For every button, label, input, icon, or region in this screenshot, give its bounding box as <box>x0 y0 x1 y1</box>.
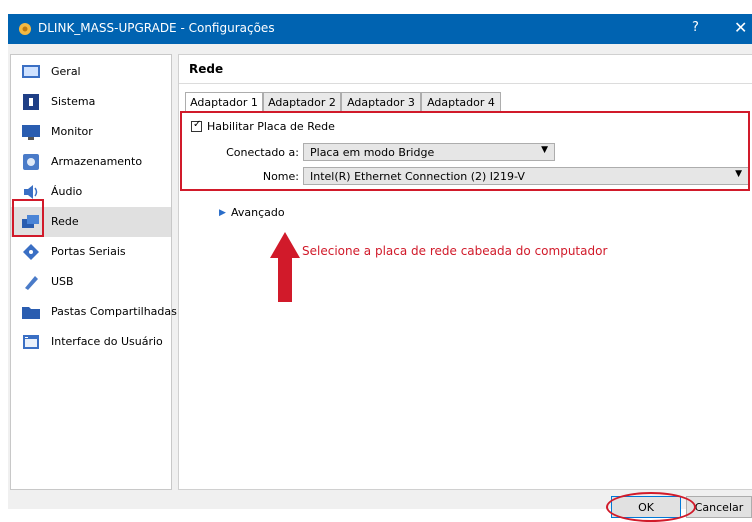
ok-highlight-ring <box>606 492 696 522</box>
title-divider <box>179 83 752 84</box>
settings-sidebar: Geral Sistema Monitor Armazenamento Áudi… <box>10 54 177 490</box>
window-title: DLINK_MASS-UPGRADE - Configurações <box>38 21 275 35</box>
virtualbox-gear-icon <box>19 23 31 35</box>
up-arrow-annotation <box>270 232 300 302</box>
settings-highlight-box <box>180 111 750 191</box>
tab-adaptador-1[interactable]: Adaptador 1 <box>185 92 263 113</box>
sidebar-item-label: Geral <box>51 65 81 78</box>
system-icon <box>23 94 39 110</box>
sidebar-item-usb[interactable]: USB <box>11 267 171 297</box>
general-icon <box>22 65 40 78</box>
usb-icon <box>25 276 38 290</box>
sidebar-highlight-box <box>12 199 44 237</box>
monitor-icon <box>22 125 40 140</box>
sidebar-item-label: Portas Seriais <box>51 245 126 258</box>
page-title: Rede <box>189 62 224 76</box>
storage-icon <box>23 154 39 170</box>
sidebar-item-label: Sistema <box>51 95 96 108</box>
help-button[interactable]: ? <box>692 20 699 35</box>
sidebar-item-monitor[interactable]: Monitor <box>11 117 171 147</box>
user-interface-icon <box>23 335 39 349</box>
tab-adaptador-2[interactable]: Adaptador 2 <box>263 92 341 112</box>
tab-adaptador-3[interactable]: Adaptador 3 <box>341 92 421 112</box>
sidebar-item-geral[interactable]: Geral <box>11 57 171 87</box>
sidebar-item-label: Áudio <box>51 185 83 198</box>
sidebar-item-label: USB <box>51 275 74 288</box>
title-bar[interactable]: DLINK_MASS-UPGRADE - Configurações ? ✕ <box>8 14 752 44</box>
close-button[interactable]: ✕ <box>734 18 747 37</box>
annotation-text: Selecione a placa de rede cabeada do com… <box>302 244 608 258</box>
sidebar-item-label: Armazenamento <box>51 155 143 168</box>
sidebar-item-portas-seriais[interactable]: Portas Seriais <box>11 237 171 267</box>
serial-ports-icon <box>23 244 39 260</box>
advanced-toggle[interactable]: Avançado <box>231 206 285 219</box>
expand-arrow-icon[interactable]: ▶ <box>219 208 226 218</box>
sidebar-item-label: Rede <box>51 215 79 228</box>
sidebar-item-pastas-compartilhadas[interactable]: Pastas Compartilhadas <box>11 297 177 327</box>
sidebar-item-label: Interface do Usuário <box>51 335 163 348</box>
settings-window: DLINK_MASS-UPGRADE - Configurações ? ✕ G… <box>8 14 752 522</box>
sidebar-item-armazenamento[interactable]: Armazenamento <box>11 147 171 177</box>
shared-folders-icon <box>22 307 40 319</box>
sidebar-item-sistema[interactable]: Sistema <box>11 87 171 117</box>
sidebar-item-label: Monitor <box>51 125 93 138</box>
tab-adaptador-4[interactable]: Adaptador 4 <box>421 92 501 112</box>
sidebar-item-interface-do-usuario[interactable]: Interface do Usuário <box>11 327 171 357</box>
sidebar-item-label: Pastas Compartilhadas <box>51 305 177 318</box>
